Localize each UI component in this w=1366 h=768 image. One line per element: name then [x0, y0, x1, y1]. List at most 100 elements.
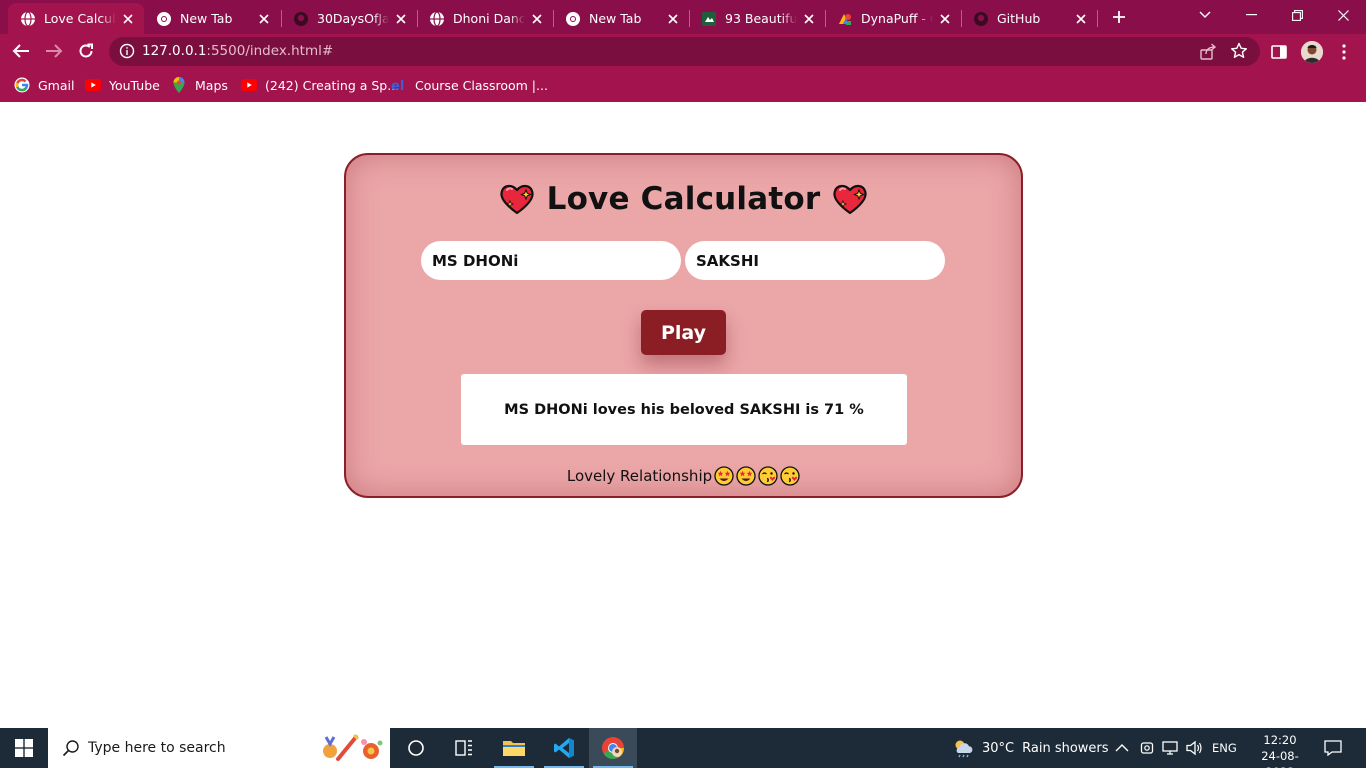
profile-avatar[interactable] [1301, 41, 1323, 63]
tab-30daysofjavascript[interactable]: 30DaysOfJavaScript [281, 3, 417, 34]
reload-icon[interactable] [73, 38, 99, 64]
tab-title: New Tab [180, 11, 233, 26]
tab-beautiful-couple[interactable]: 93 Beautiful Couple [689, 3, 825, 34]
minimize-icon[interactable] [1228, 0, 1274, 30]
menu-dots-icon[interactable] [1334, 42, 1354, 62]
tab-dhoni-dance[interactable]: Dhoni Dance [417, 3, 553, 34]
close-tab-icon[interactable] [1073, 11, 1089, 27]
chrome-icon [156, 11, 172, 27]
play-button[interactable]: Play [641, 310, 726, 355]
notifications-icon[interactable] [1324, 728, 1342, 768]
tab-divider [1097, 10, 1098, 27]
chrome-taskbar-icon[interactable] [589, 728, 637, 768]
tab-strip: Love Calculator New Tab 30DaysOfJavaScri… [0, 0, 1366, 34]
share-icon[interactable] [1199, 43, 1217, 61]
show-hidden-icons-chevron-icon[interactable] [1115, 728, 1129, 768]
restore-icon[interactable] [1274, 0, 1320, 30]
vscode-icon[interactable] [540, 728, 588, 768]
windows-start-icon[interactable] [0, 728, 48, 768]
close-tab-icon[interactable] [529, 11, 545, 27]
bookmarks-bar: Gmail YouTube Maps (242) Creating a Sp..… [0, 69, 1366, 102]
name-two-input[interactable] [685, 241, 945, 280]
bookmark-maps[interactable]: Maps [171, 76, 228, 94]
sparkling-heart-icon [500, 184, 534, 215]
bookmark-creating-a-sp[interactable]: (242) Creating a Sp... [241, 76, 399, 94]
close-tab-icon[interactable] [801, 11, 817, 27]
browser-toolbar: 127.0.0.1:5500/index.html# [0, 34, 1366, 69]
tab-dynapuff[interactable]: DynaPuff - Google Fonts [825, 3, 961, 34]
tab-title: GitHub [997, 11, 1041, 26]
file-explorer-icon[interactable] [490, 728, 538, 768]
tab-github[interactable]: GitHub [961, 3, 1097, 34]
tab-search-chevron-icon[interactable] [1182, 0, 1228, 30]
close-tab-icon[interactable] [256, 11, 272, 27]
meet-now-icon[interactable] [1140, 728, 1154, 768]
weather-widget[interactable]: 30°C Rain showers [952, 728, 1109, 768]
windows-taskbar: Type here to search 30°C Rain showers EN… [0, 728, 1366, 768]
forward-arrow-icon[interactable] [41, 38, 67, 64]
tab-title: 30DaysOfJavaScript [317, 11, 389, 26]
language-indicator[interactable]: ENG [1212, 728, 1237, 768]
tab-new-tab-1[interactable]: New Tab [144, 3, 280, 34]
bookmark-star-icon[interactable] [1230, 42, 1248, 60]
system-clock[interactable]: 12:20 24-08-2022 [1252, 732, 1308, 768]
url-text: 127.0.0.1:5500/index.html# [142, 43, 333, 59]
course-icon: el [391, 77, 407, 93]
star-struck-icon [736, 466, 756, 486]
side-panel-icon[interactable] [1269, 42, 1289, 62]
github-icon [293, 11, 309, 27]
chrome-icon [565, 11, 581, 27]
name-one-input[interactable] [421, 241, 681, 280]
google-fonts-icon [837, 11, 853, 27]
youtube-icon [85, 77, 101, 93]
google-icon [14, 77, 30, 93]
result-box: MS DHONi loves his beloved SAKSHI is 71 … [461, 374, 907, 445]
search-highlight-art-icon [323, 733, 383, 761]
search-icon [62, 740, 79, 757]
bookmark-label: Maps [195, 77, 228, 93]
bookmark-gmail[interactable]: Gmail [14, 76, 74, 94]
youtube-icon [241, 77, 257, 93]
widgets-icon[interactable] [440, 728, 488, 768]
maps-icon [171, 77, 187, 93]
new-tab-plus-icon[interactable] [1108, 6, 1130, 28]
weather-temp: 30°C [982, 740, 1015, 756]
close-tab-icon[interactable] [393, 11, 409, 27]
kissing-icon [758, 466, 778, 486]
tab-love-calculator[interactable]: Love Calculator [8, 3, 144, 34]
language-text: ENG [1212, 741, 1237, 755]
close-window-icon[interactable] [1320, 0, 1366, 30]
clock-time: 12:20 [1263, 733, 1297, 747]
volume-icon[interactable] [1186, 728, 1204, 768]
rain-cloud-icon [955, 740, 973, 758]
close-tab-icon[interactable] [120, 11, 136, 27]
globe-icon [20, 10, 36, 27]
url-path: :5500/index.html# [206, 43, 334, 59]
info-icon[interactable] [119, 43, 135, 59]
back-arrow-icon[interactable] [8, 38, 34, 64]
bookmark-label: Gmail [38, 77, 75, 93]
star-struck-icon [714, 466, 734, 486]
tab-title: 93 Beautiful Couple [725, 11, 797, 26]
address-bar[interactable]: 127.0.0.1:5500/index.html# [109, 37, 1260, 66]
bookmark-course-classroom[interactable]: el Course Classroom |... [391, 76, 548, 94]
sparkling-heart-icon [833, 184, 867, 215]
network-icon[interactable] [1162, 728, 1180, 768]
page-title: Love Calculator [546, 181, 821, 217]
bookmark-youtube[interactable]: YouTube [85, 76, 160, 94]
tab-title: Dhoni Dance [453, 11, 525, 26]
taskbar-search-box[interactable]: Type here to search [48, 728, 390, 768]
tab-new-tab-2[interactable]: New Tab [553, 3, 689, 34]
tab-title: New Tab [589, 11, 642, 26]
relationship-status: Lovely Relationship [346, 466, 1021, 486]
kissing-icon [780, 466, 800, 486]
svg-text:el: el [391, 79, 404, 93]
tab-title: Love Calculator [44, 11, 116, 26]
close-tab-icon[interactable] [937, 11, 953, 27]
url-host: 127.0.0.1 [142, 43, 207, 59]
image-site-icon [701, 11, 717, 27]
tab-title: DynaPuff - Google Fonts [861, 11, 933, 26]
close-tab-icon[interactable] [665, 11, 681, 27]
clock-date: 24-08-2022 [1261, 749, 1299, 768]
task-view-icon[interactable] [392, 728, 440, 768]
